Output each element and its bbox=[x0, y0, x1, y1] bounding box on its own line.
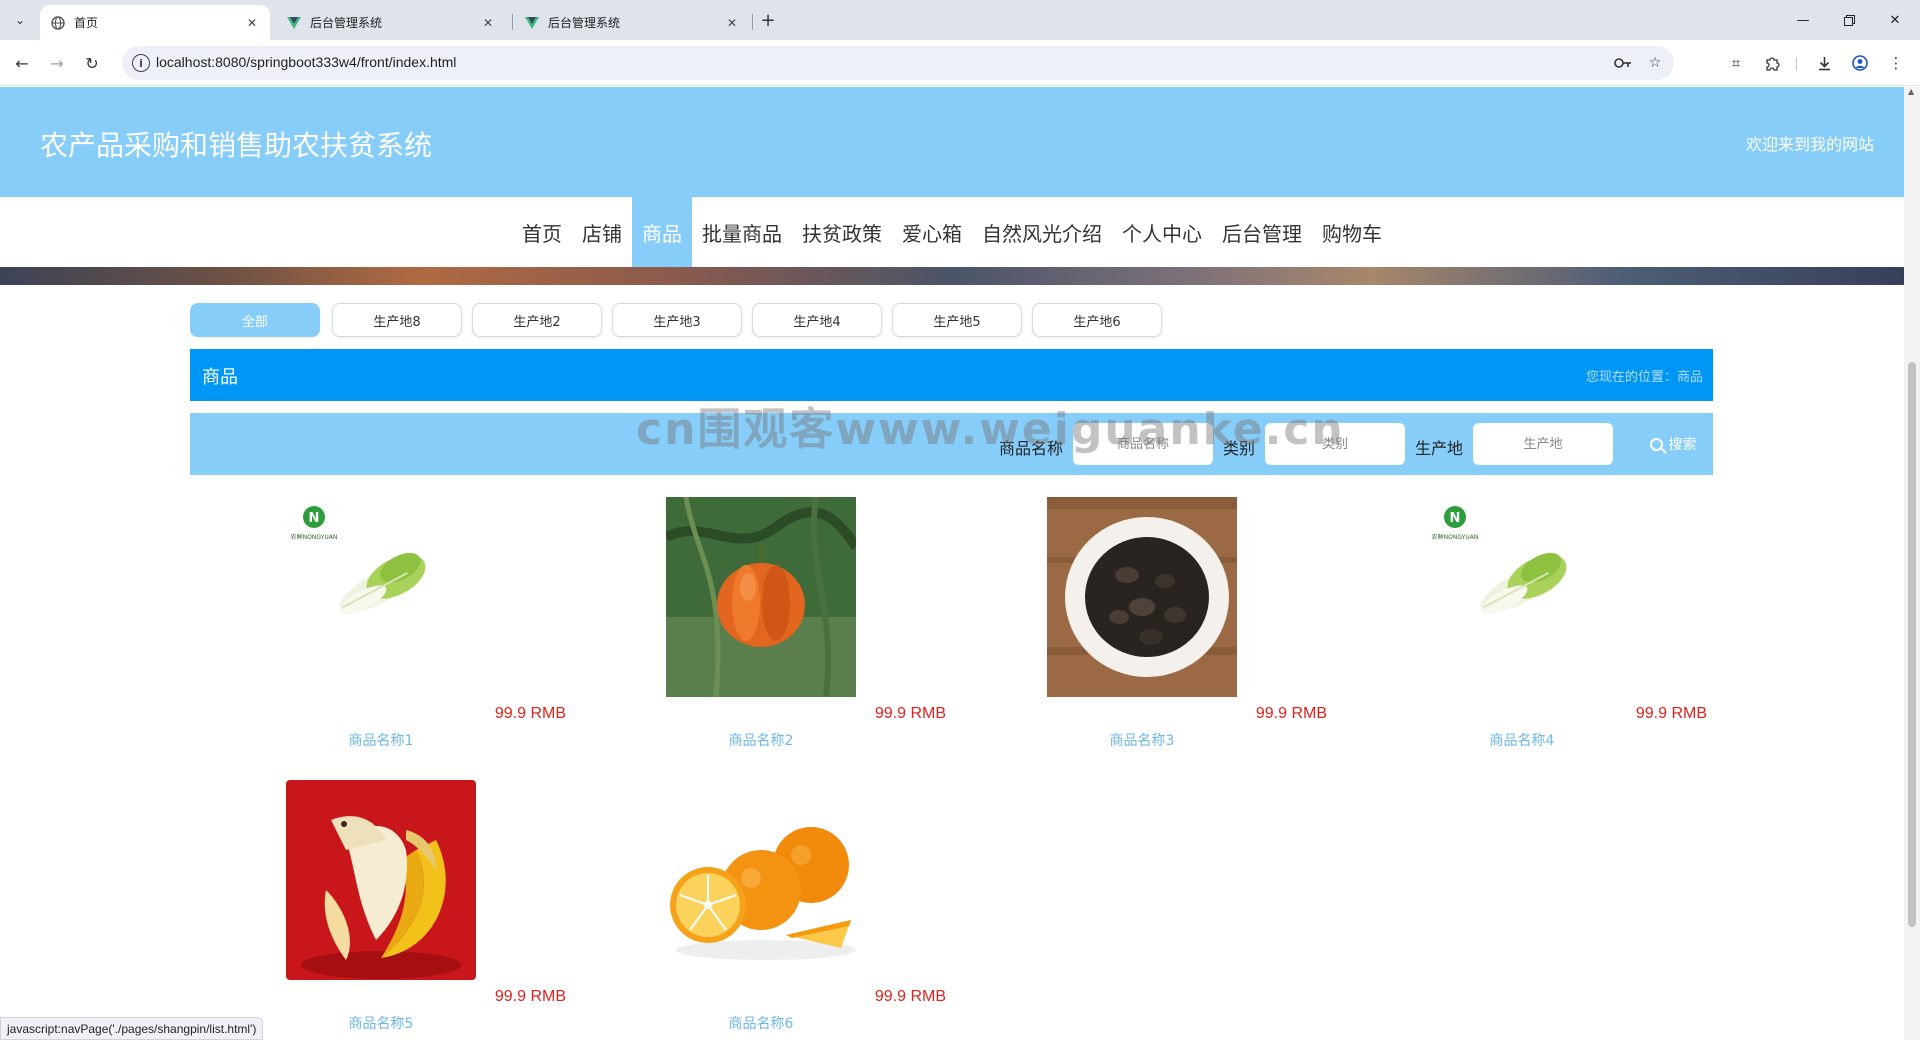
filter-origin-button[interactable]: 生产地8 bbox=[332, 303, 462, 337]
screenshot-crop-icon[interactable]: ⌗ bbox=[1724, 51, 1748, 75]
browser-tab-admin-1[interactable]: 后台管理系统 ✕ bbox=[276, 5, 506, 40]
banner-image-strip bbox=[0, 267, 1904, 285]
product-card[interactable]: 99.9 RMB 商品名称5 bbox=[286, 780, 566, 1032]
browser-toolbar: ← → ↻ i localhost:8080/springboot333w4/f… bbox=[0, 40, 1920, 86]
new-tab-plus-icon[interactable]: + bbox=[756, 8, 780, 32]
product-price: 99.9 RMB bbox=[1255, 705, 1327, 722]
scrollbar-thumb[interactable] bbox=[1908, 362, 1916, 927]
nav-item-poverty-policy[interactable]: 扶贫政策 bbox=[792, 197, 892, 267]
filter-origin-button[interactable]: 生产地2 bbox=[472, 303, 602, 337]
nav-item-scenery[interactable]: 自然风光介绍 bbox=[972, 197, 1112, 267]
nav-item-shops[interactable]: 店铺 bbox=[572, 197, 632, 267]
search-button[interactable]: 搜索 bbox=[1638, 423, 1708, 465]
product-card[interactable]: N 农鲜NONGYUAN 99.9 RMB 商品名称1 bbox=[286, 497, 566, 749]
back-arrow-icon[interactable]: ← bbox=[8, 49, 36, 77]
tab-separator bbox=[752, 14, 753, 30]
nav-item-admin[interactable]: 后台管理 bbox=[1212, 197, 1312, 267]
product-image-cabbage[interactable]: N 农鲜NONGYUAN bbox=[1427, 497, 1617, 697]
tab-title: 后台管理系统 bbox=[548, 16, 621, 30]
product-image-banana[interactable] bbox=[286, 780, 476, 980]
section-title: 商品 bbox=[202, 367, 238, 388]
nav-item-personal-center[interactable]: 个人中心 bbox=[1112, 197, 1212, 267]
product-card[interactable]: 99.9 RMB 商品名称6 bbox=[666, 780, 946, 1032]
nav-item-bulk-products[interactable]: 批量商品 bbox=[692, 197, 792, 267]
product-name-link[interactable]: 商品名称1 bbox=[286, 730, 476, 750]
product-image-black-beans[interactable] bbox=[1047, 497, 1237, 697]
close-icon[interactable]: ✕ bbox=[724, 15, 740, 31]
browser-tab-bar: ⌄ 首页 ✕ 后台管理系统 ✕ 后台管理系统 ✕ + — ✕ bbox=[0, 0, 1920, 40]
product-image-cabbage[interactable]: N 农鲜NONGYUAN bbox=[286, 497, 476, 697]
scroll-up-arrow-icon[interactable]: ▲ bbox=[1908, 87, 1914, 96]
origin-input[interactable] bbox=[1473, 423, 1613, 465]
breadcrumb: 您现在的位置：商品 bbox=[1585, 370, 1703, 385]
browser-tab-home[interactable]: 首页 ✕ bbox=[40, 5, 270, 40]
extensions-puzzle-icon[interactable] bbox=[1760, 51, 1784, 75]
reload-icon[interactable]: ↻ bbox=[78, 49, 106, 77]
search-button-label: 搜索 bbox=[1668, 437, 1697, 453]
svg-text:N: N bbox=[309, 511, 320, 526]
vue-logo-icon bbox=[524, 15, 540, 31]
tab-list-chevron-icon[interactable]: ⌄ bbox=[8, 8, 32, 32]
tab-title: 首页 bbox=[74, 16, 99, 30]
main-nav: 首页 店铺 商品 批量商品 扶贫政策 爱心箱 自然风光介绍 个人中心 后台管理 … bbox=[0, 197, 1904, 267]
toolbar-separator bbox=[1796, 57, 1797, 71]
filter-origin-button[interactable]: 生产地6 bbox=[1032, 303, 1162, 337]
nav-item-cart[interactable]: 购物车 bbox=[1312, 197, 1392, 267]
page-scrollbar[interactable]: ▲ bbox=[1904, 87, 1920, 1040]
bookmark-star-icon[interactable]: ☆ bbox=[1644, 52, 1666, 74]
filter-all-button[interactable]: 全部 bbox=[190, 303, 320, 337]
brand-logo-text: 农鲜NONGYUAN bbox=[291, 533, 338, 541]
product-name-link[interactable]: 商品名称4 bbox=[1427, 730, 1617, 750]
window-close-icon[interactable]: ✕ bbox=[1872, 0, 1918, 40]
product-card[interactable]: N 农鲜NONGYUAN 99.9 RMB 商品名称4 bbox=[1427, 497, 1707, 749]
url-text[interactable]: localhost:8080/springboot333w4/front/ind… bbox=[156, 54, 456, 70]
filter-origin-button[interactable]: 生产地3 bbox=[612, 303, 742, 337]
svg-text:N: N bbox=[1450, 511, 1461, 526]
site-welcome-text: 欢迎来到我的网站 bbox=[1745, 135, 1874, 154]
product-price: 99.9 RMB bbox=[1635, 705, 1707, 722]
address-bar[interactable]: i localhost:8080/springboot333w4/front/i… bbox=[122, 46, 1674, 80]
filter-origin-button[interactable]: 生产地4 bbox=[752, 303, 882, 337]
product-image-pumpkin[interactable] bbox=[666, 497, 856, 697]
product-price: 99.9 RMB bbox=[494, 705, 566, 722]
tab-title: 后台管理系统 bbox=[310, 16, 383, 30]
product-price: 99.9 RMB bbox=[874, 705, 946, 722]
site-header: 农产品采购和销售助农扶贫系统 欢迎来到我的网站 bbox=[0, 87, 1904, 197]
password-key-icon[interactable] bbox=[1612, 52, 1634, 74]
product-price: 99.9 RMB bbox=[494, 988, 566, 1005]
tab-separator bbox=[512, 14, 513, 30]
filter-origin-button[interactable]: 生产地5 bbox=[892, 303, 1022, 337]
product-price: 99.9 RMB bbox=[874, 988, 946, 1005]
vue-logo-icon bbox=[286, 15, 302, 31]
nav-item-love-box[interactable]: 爱心箱 bbox=[892, 197, 972, 267]
profile-avatar-icon[interactable] bbox=[1848, 51, 1872, 75]
close-icon[interactable]: ✕ bbox=[244, 15, 260, 31]
brand-logo-text: 农鲜NONGYUAN bbox=[1432, 533, 1479, 541]
forward-arrow-icon[interactable]: → bbox=[43, 49, 71, 77]
nav-item-home[interactable]: 首页 bbox=[512, 197, 572, 267]
search-icon bbox=[1649, 437, 1663, 451]
product-card[interactable]: 99.9 RMB 商品名称2 bbox=[666, 497, 946, 749]
globe-icon bbox=[50, 15, 66, 31]
download-icon[interactable] bbox=[1812, 51, 1836, 75]
browser-tab-admin-2[interactable]: 后台管理系统 ✕ bbox=[514, 5, 750, 40]
product-name-link[interactable]: 商品名称6 bbox=[666, 1013, 856, 1033]
nav-item-products[interactable]: 商品 bbox=[632, 197, 692, 267]
close-icon[interactable]: ✕ bbox=[480, 15, 496, 31]
page-viewport: 农产品采购和销售助农扶贫系统 欢迎来到我的网站 首页 店铺 商品 批量商品 扶贫… bbox=[0, 87, 1904, 1040]
minimize-icon[interactable]: — bbox=[1780, 0, 1826, 40]
link-status-bubble: javascript:navPage('./pages/shangpin/lis… bbox=[0, 1017, 264, 1040]
site-watermark: cn围观客www.weiguanke.cn bbox=[636, 404, 1345, 455]
site-title: 农产品采购和销售助农扶贫系统 bbox=[40, 129, 433, 162]
product-name-link[interactable]: 商品名称2 bbox=[666, 730, 856, 750]
kebab-menu-icon[interactable]: ⋮ bbox=[1884, 51, 1908, 75]
product-name-link[interactable]: 商品名称3 bbox=[1047, 730, 1237, 750]
origin-label: 生产地 bbox=[1415, 439, 1464, 458]
site-info-icon[interactable]: i bbox=[132, 54, 150, 72]
product-image-oranges[interactable] bbox=[666, 780, 856, 980]
product-name-link[interactable]: 商品名称5 bbox=[286, 1013, 476, 1033]
restore-icon[interactable] bbox=[1826, 0, 1872, 40]
product-card[interactable]: 99.9 RMB 商品名称3 bbox=[1047, 497, 1327, 749]
